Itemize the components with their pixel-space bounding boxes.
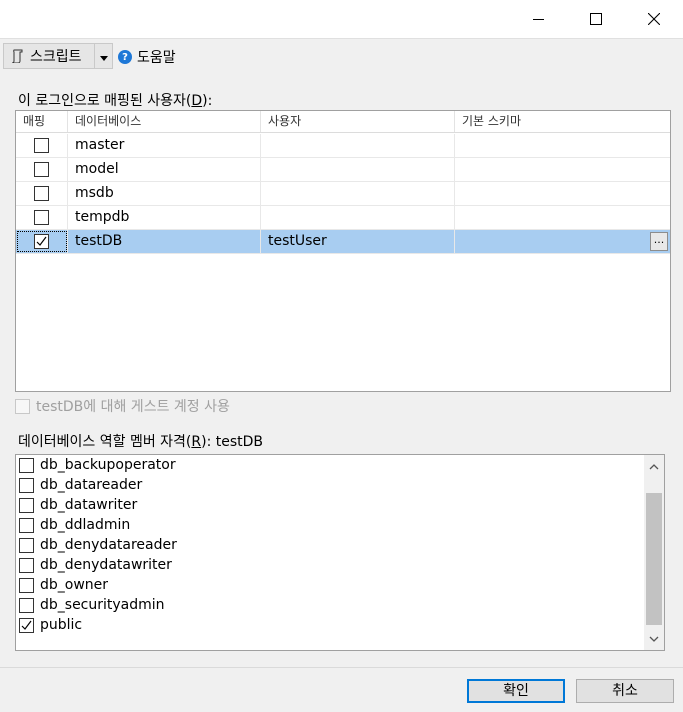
user-cell[interactable]: testUser (261, 230, 455, 253)
schema-cell[interactable]: ... (455, 230, 670, 253)
list-item[interactable]: db_datareader (19, 475, 142, 495)
list-item[interactable]: db_securityadmin (19, 595, 165, 615)
guest-account-checkbox (15, 398, 30, 414)
role-label: db_owner (40, 577, 109, 593)
maximize-icon (590, 13, 602, 25)
scroll-up-icon[interactable] (644, 457, 664, 475)
role-label: public (40, 617, 83, 633)
role-checkbox[interactable] (19, 457, 34, 473)
dialog-footer: 확인 취소 (0, 667, 683, 712)
close-button[interactable] (631, 0, 677, 38)
roles-section-label: 데이터베이스 역할 멤버 자격(R): testDB (18, 434, 264, 450)
cancel-button[interactable]: 취소 (576, 679, 674, 703)
help-icon: ? (118, 50, 132, 64)
checkmark-icon (21, 620, 32, 630)
map-checkbox[interactable] (34, 162, 49, 177)
role-label: db_datareader (40, 477, 143, 493)
database-cell: master (68, 134, 261, 157)
database-cell: msdb (68, 182, 261, 205)
column-header-database: 데이터베이스 (68, 111, 261, 132)
schema-cell[interactable] (455, 134, 670, 157)
grid-header: 매핑 데이터베이스 사용자 기본 스키마 (16, 111, 670, 133)
browse-schema-button[interactable]: ... (650, 232, 668, 251)
help-label: 도움말 (137, 50, 176, 66)
checkmark-icon (36, 236, 47, 246)
table-row[interactable]: msdb (16, 182, 670, 206)
minimize-button[interactable] (515, 0, 561, 38)
list-item[interactable]: db_denydatawriter (19, 555, 172, 575)
database-cell: model (68, 158, 261, 181)
mapping-section-label: 이 로그인으로 매핑된 사용자(D): (18, 93, 213, 109)
user-cell[interactable] (261, 158, 455, 181)
role-label: db_backupoperator (40, 457, 176, 473)
schema-cell[interactable] (455, 158, 670, 181)
guest-account-option: testDB에 대해 게스트 계정 사용 (15, 396, 230, 416)
map-checkbox[interactable] (34, 186, 49, 201)
scrollbar-thumb[interactable] (646, 493, 662, 625)
user-cell[interactable] (261, 134, 455, 157)
column-header-default-schema: 기본 스키마 (462, 114, 522, 128)
guest-account-label: testDB에 대해 게스트 계정 사용 (36, 399, 230, 415)
user-cell[interactable] (261, 182, 455, 205)
role-checkbox-checked[interactable] (19, 617, 34, 633)
toolbar: 스크립트 ? 도움말 (0, 38, 683, 72)
help-button[interactable]: ? 도움말 (118, 47, 176, 67)
role-checkbox[interactable] (19, 477, 34, 493)
close-icon (648, 13, 660, 25)
list-item[interactable]: public (19, 615, 82, 635)
role-label: db_denydatawriter (40, 557, 172, 573)
role-checkbox[interactable] (19, 517, 34, 533)
schema-cell[interactable] (455, 206, 670, 229)
role-label: db_denydatareader (40, 537, 177, 553)
vertical-scrollbar[interactable] (644, 455, 664, 650)
map-checkbox-checked[interactable] (34, 234, 49, 249)
role-checkbox[interactable] (19, 497, 34, 513)
table-row[interactable]: model (16, 158, 670, 182)
role-label: db_ddladmin (40, 517, 131, 533)
table-row-selected[interactable]: testDB testUser ... (16, 230, 670, 254)
list-item[interactable]: db_ddladmin (19, 515, 130, 535)
script-icon (10, 49, 24, 63)
role-label: db_datawriter (40, 497, 138, 513)
database-cell: tempdb (68, 206, 261, 229)
script-button[interactable]: 스크립트 (3, 43, 113, 69)
dropdown-arrow-icon[interactable] (99, 52, 109, 67)
column-header-map: 매핑 (16, 111, 68, 132)
title-bar (0, 0, 683, 38)
list-item[interactable]: db_owner (19, 575, 108, 595)
list-item[interactable]: db_denydatareader (19, 535, 177, 555)
column-header-user: 사용자 (261, 111, 455, 132)
role-checkbox[interactable] (19, 537, 34, 553)
scroll-down-icon[interactable] (644, 630, 664, 648)
map-checkbox[interactable] (34, 138, 49, 153)
database-cell: testDB (68, 230, 261, 253)
user-cell[interactable] (261, 206, 455, 229)
map-checkbox[interactable] (34, 210, 49, 225)
table-row[interactable]: master (16, 134, 670, 158)
list-item[interactable]: db_datawriter (19, 495, 137, 515)
role-label: db_securityadmin (40, 597, 165, 613)
table-row[interactable]: tempdb (16, 206, 670, 230)
database-role-list[interactable]: db_backupoperator db_datareader db_dataw… (15, 454, 665, 651)
schema-cell[interactable] (455, 182, 670, 205)
role-checkbox[interactable] (19, 557, 34, 573)
maximize-button[interactable] (573, 0, 619, 38)
script-label: 스크립트 (30, 49, 82, 65)
list-item[interactable]: db_backupoperator (19, 455, 176, 475)
ok-button[interactable]: 확인 (467, 679, 565, 703)
user-mapping-grid[interactable]: 매핑 데이터베이스 사용자 기본 스키마 master model msdb t… (15, 110, 671, 392)
minimize-icon (532, 18, 544, 20)
divider (94, 44, 95, 68)
role-checkbox[interactable] (19, 577, 34, 593)
role-checkbox[interactable] (19, 597, 34, 613)
